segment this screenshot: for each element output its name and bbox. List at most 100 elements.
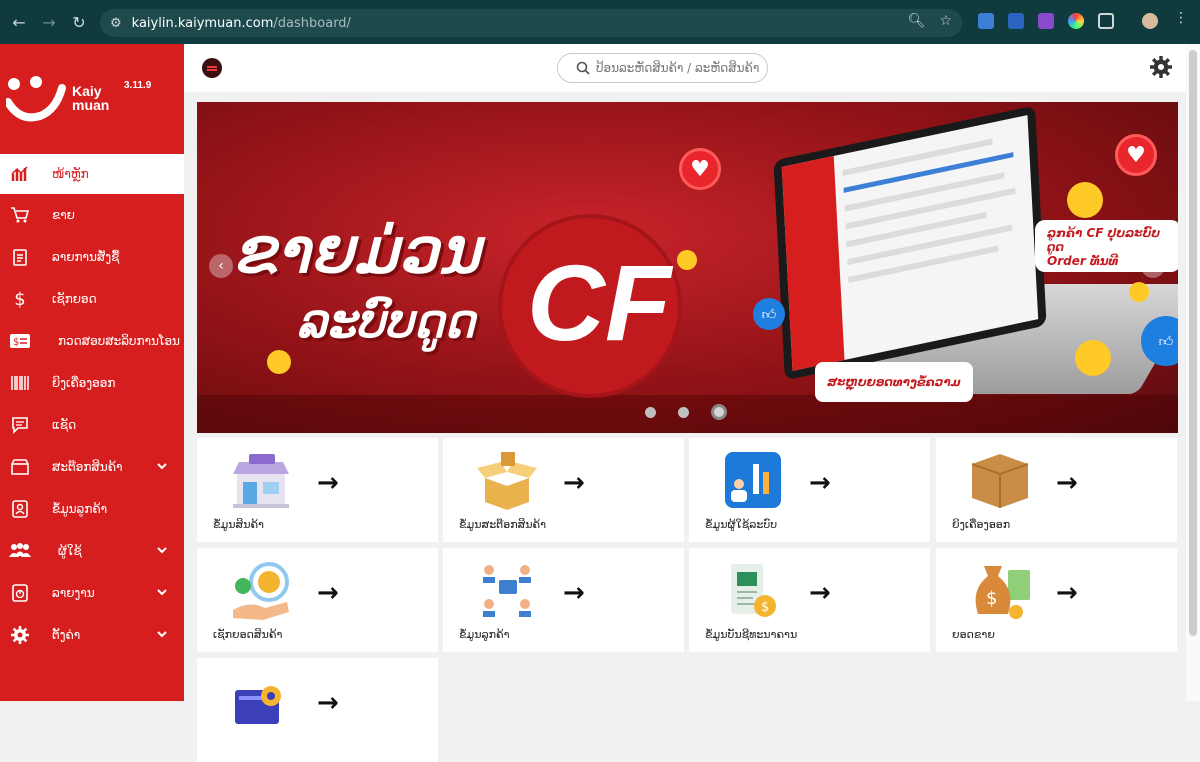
svg-text:$: $	[761, 600, 769, 615]
barcode-icon	[2, 375, 38, 391]
bar-chart-illustration-icon	[725, 452, 781, 508]
sidebar-item-reports[interactable]: ລາຍງານ	[0, 573, 184, 613]
extension-icon[interactable]	[978, 13, 994, 29]
sidebar-item-users[interactable]: ຜູ້ໃຊ້	[0, 531, 184, 571]
site-info-icon[interactable]: ⚙	[110, 16, 122, 31]
callout-summary: ສະຫຼຸບຍອດທາງຂໍ້ຄວາມ	[815, 362, 973, 402]
card-label: ເຊັກຍອດສິນຄ້າ	[213, 628, 283, 641]
browser-toolbar: ← → ↻ ⚙ kaiylin.kaiymuan.com/dashboard/ …	[0, 0, 1200, 44]
sidebar-item-sell[interactable]: ຂາຍ	[0, 195, 184, 235]
arrow-right-icon: →	[317, 578, 339, 608]
logo-icon	[6, 76, 66, 122]
sidebar-item-scan-out[interactable]: ຍິງເຄື່ອງອອກ	[0, 363, 184, 403]
sidebar-item-label: ກວດສອບສະລິບການໂອນ	[58, 334, 180, 348]
emoji-icon	[1129, 282, 1149, 302]
carousel-dot[interactable]	[678, 406, 689, 418]
sidebar-item-label: ຂໍ້ມູນລູກຄ້າ	[52, 502, 108, 516]
search-input[interactable]: ປ້ອນລະຫັດສິນຄ້າ / ລະຫັດສິນຄ້າ	[557, 53, 768, 83]
bookmark-star-icon[interactable]: ☆	[939, 13, 952, 29]
brand-name-line2: muan	[72, 97, 110, 113]
card-product-info[interactable]: → ຂໍ້ມູນສິນຄ້າ	[197, 438, 438, 542]
url-host: kaiylin.kaiymuan.com	[131, 15, 274, 31]
thumbs-up-icon: 👍︎	[753, 298, 785, 330]
sidebar-item-home[interactable]: ໜ້າຫຼັກ	[0, 154, 184, 194]
scrollbar-thumb[interactable]	[1189, 50, 1197, 636]
menu-toggle-icon[interactable]	[202, 58, 222, 78]
brand-name: Kaiy muan	[72, 84, 109, 112]
cart-icon	[2, 206, 38, 224]
forward-icon[interactable]: →	[38, 11, 60, 33]
brand: Kaiy muan 3.11.9	[0, 44, 184, 154]
card-customer-info[interactable]: → ຂໍ້ມູນລູກຄ້າ	[443, 548, 684, 652]
sidebar-item-label: ຕັ້ງຄ່າ	[52, 628, 81, 642]
card-settings[interactable]: →	[197, 658, 438, 762]
carousel-dot-active[interactable]	[711, 404, 727, 420]
puzzle-icon[interactable]	[1098, 13, 1114, 29]
carousel-dot[interactable]	[645, 406, 656, 418]
top-bar: ປ້ອນລະຫັດສິນຄ້າ / ລະຫັດສິນຄ້າ	[184, 44, 1186, 92]
back-icon[interactable]: ←	[8, 11, 30, 33]
chevron-down-icon[interactable]	[156, 544, 168, 556]
store-illustration-icon	[233, 454, 289, 508]
card-label: ຍອດຂາຍ	[952, 628, 995, 641]
sidebar-item-transfer-slips[interactable]: $ ກວດສອບສະລິບການໂອນ	[0, 321, 184, 361]
hand-coin-illustration-icon	[233, 562, 289, 620]
heart-icon: ♥	[679, 148, 721, 190]
sidebar-item-customers[interactable]: ຂໍ້ມູນລູກຄ້າ	[0, 489, 184, 529]
carousel-next-button[interactable]: ›	[1141, 254, 1165, 278]
zoom-icon[interactable]: 🔍︎	[908, 13, 926, 29]
card-user-info[interactable]: → ຂໍ້ມູນຜູ້ໃຊ້ລະບົບ	[689, 438, 930, 542]
card-sales-total[interactable]: $ → ຍອດຂາຍ	[936, 548, 1177, 652]
avatar[interactable]	[1142, 13, 1158, 29]
card-bank-account-info[interactable]: $ → ຂໍ້ມູນບັນຊີທະນາຄານ	[689, 548, 930, 652]
chart-icon	[2, 165, 38, 183]
arrow-right-icon: →	[1056, 578, 1078, 608]
scrollbar[interactable]	[1186, 44, 1200, 701]
extension-icon[interactable]	[1068, 13, 1084, 29]
card-stock-info[interactable]: → ຂໍ້ມູນສະຕ໊ອກສິນຄ້າ	[443, 438, 684, 542]
more-menu-icon[interactable]: ⋮	[1174, 10, 1188, 26]
sidebar-item-label: ໜ້າຫຼັກ	[52, 167, 89, 181]
svg-text:$: $	[986, 588, 997, 609]
chevron-down-icon[interactable]	[156, 628, 168, 640]
sidebar-item-check-balance[interactable]: $ ເຊັກຍອດ	[0, 279, 184, 319]
chevron-down-icon[interactable]	[156, 586, 168, 598]
card-label: ຍິງເຄື່ອງອອກ	[952, 518, 1011, 531]
reload-icon[interactable]: ↻	[68, 11, 90, 33]
url-path: /dashboard/	[273, 15, 351, 31]
emoji-icon	[677, 250, 697, 270]
arrow-right-icon: →	[1056, 468, 1078, 498]
sidebar-item-label: ຜູ້ໃຊ້	[58, 544, 82, 558]
banner-headline: ຂາຍມ່ວນ	[233, 217, 481, 286]
sidebar-item-label: ຂາຍ	[52, 208, 75, 222]
sidebar-item-stock[interactable]: ສະຕ໊ອກສິນຄ້າ	[0, 447, 184, 487]
arrow-right-icon: →	[563, 578, 585, 608]
carousel-prev-button[interactable]: ‹	[209, 254, 233, 278]
store-icon	[2, 458, 38, 476]
sidebar-item-settings[interactable]: ຕັ້ງຄ່າ	[0, 615, 184, 655]
closed-box-illustration-icon	[971, 454, 1029, 508]
extension-icon[interactable]	[1008, 13, 1024, 29]
sidebar-item-orders[interactable]: ລາຍການສັ່ງຊື້	[0, 237, 184, 277]
sidebar-item-chat[interactable]: ແຊັດ	[0, 405, 184, 445]
settings-gear-icon[interactable]	[1150, 56, 1172, 78]
sidebar-item-label: ຍິງເຄື່ອງອອກ	[52, 376, 116, 390]
emoji-icon	[1075, 340, 1111, 376]
extension-icon[interactable]	[1038, 13, 1054, 29]
chevron-down-icon[interactable]	[156, 460, 168, 472]
heart-icon: ♥	[1115, 134, 1157, 176]
sidebar-item-label: ເຊັກຍອດ	[52, 292, 97, 306]
card-label: ຂໍ້ມູນສະຕ໊ອກສິນຄ້າ	[459, 518, 547, 531]
carousel-dots	[645, 404, 727, 420]
callout-line1: ລູກຄ້າ CF ປຸບລະບົບດູດ	[1047, 226, 1161, 254]
version-label: 3.11.9	[124, 80, 152, 91]
card-label: ຂໍ້ມູນບັນຊີທະນາຄານ	[705, 628, 798, 641]
card-label: ຂໍ້ມູນສິນຄ້າ	[213, 518, 264, 531]
card-scan-out[interactable]: → ຍິງເຄື່ອງອອກ	[936, 438, 1177, 542]
address-bar[interactable]: ⚙ kaiylin.kaiymuan.com/dashboard/ 🔍︎ ☆	[100, 9, 962, 37]
card-check-product-balance[interactable]: → ເຊັກຍອດສິນຄ້າ	[197, 548, 438, 652]
card-label: ຂໍ້ມູນຜູ້ໃຊ້ລະບົບ	[705, 518, 778, 531]
sidebar: Kaiy muan 3.11.9 ໜ້າຫຼັກ ຂາຍ ລາຍການສັ່ງຊ…	[0, 44, 184, 701]
open-box-illustration-icon	[477, 452, 537, 510]
gear-icon	[2, 626, 38, 644]
